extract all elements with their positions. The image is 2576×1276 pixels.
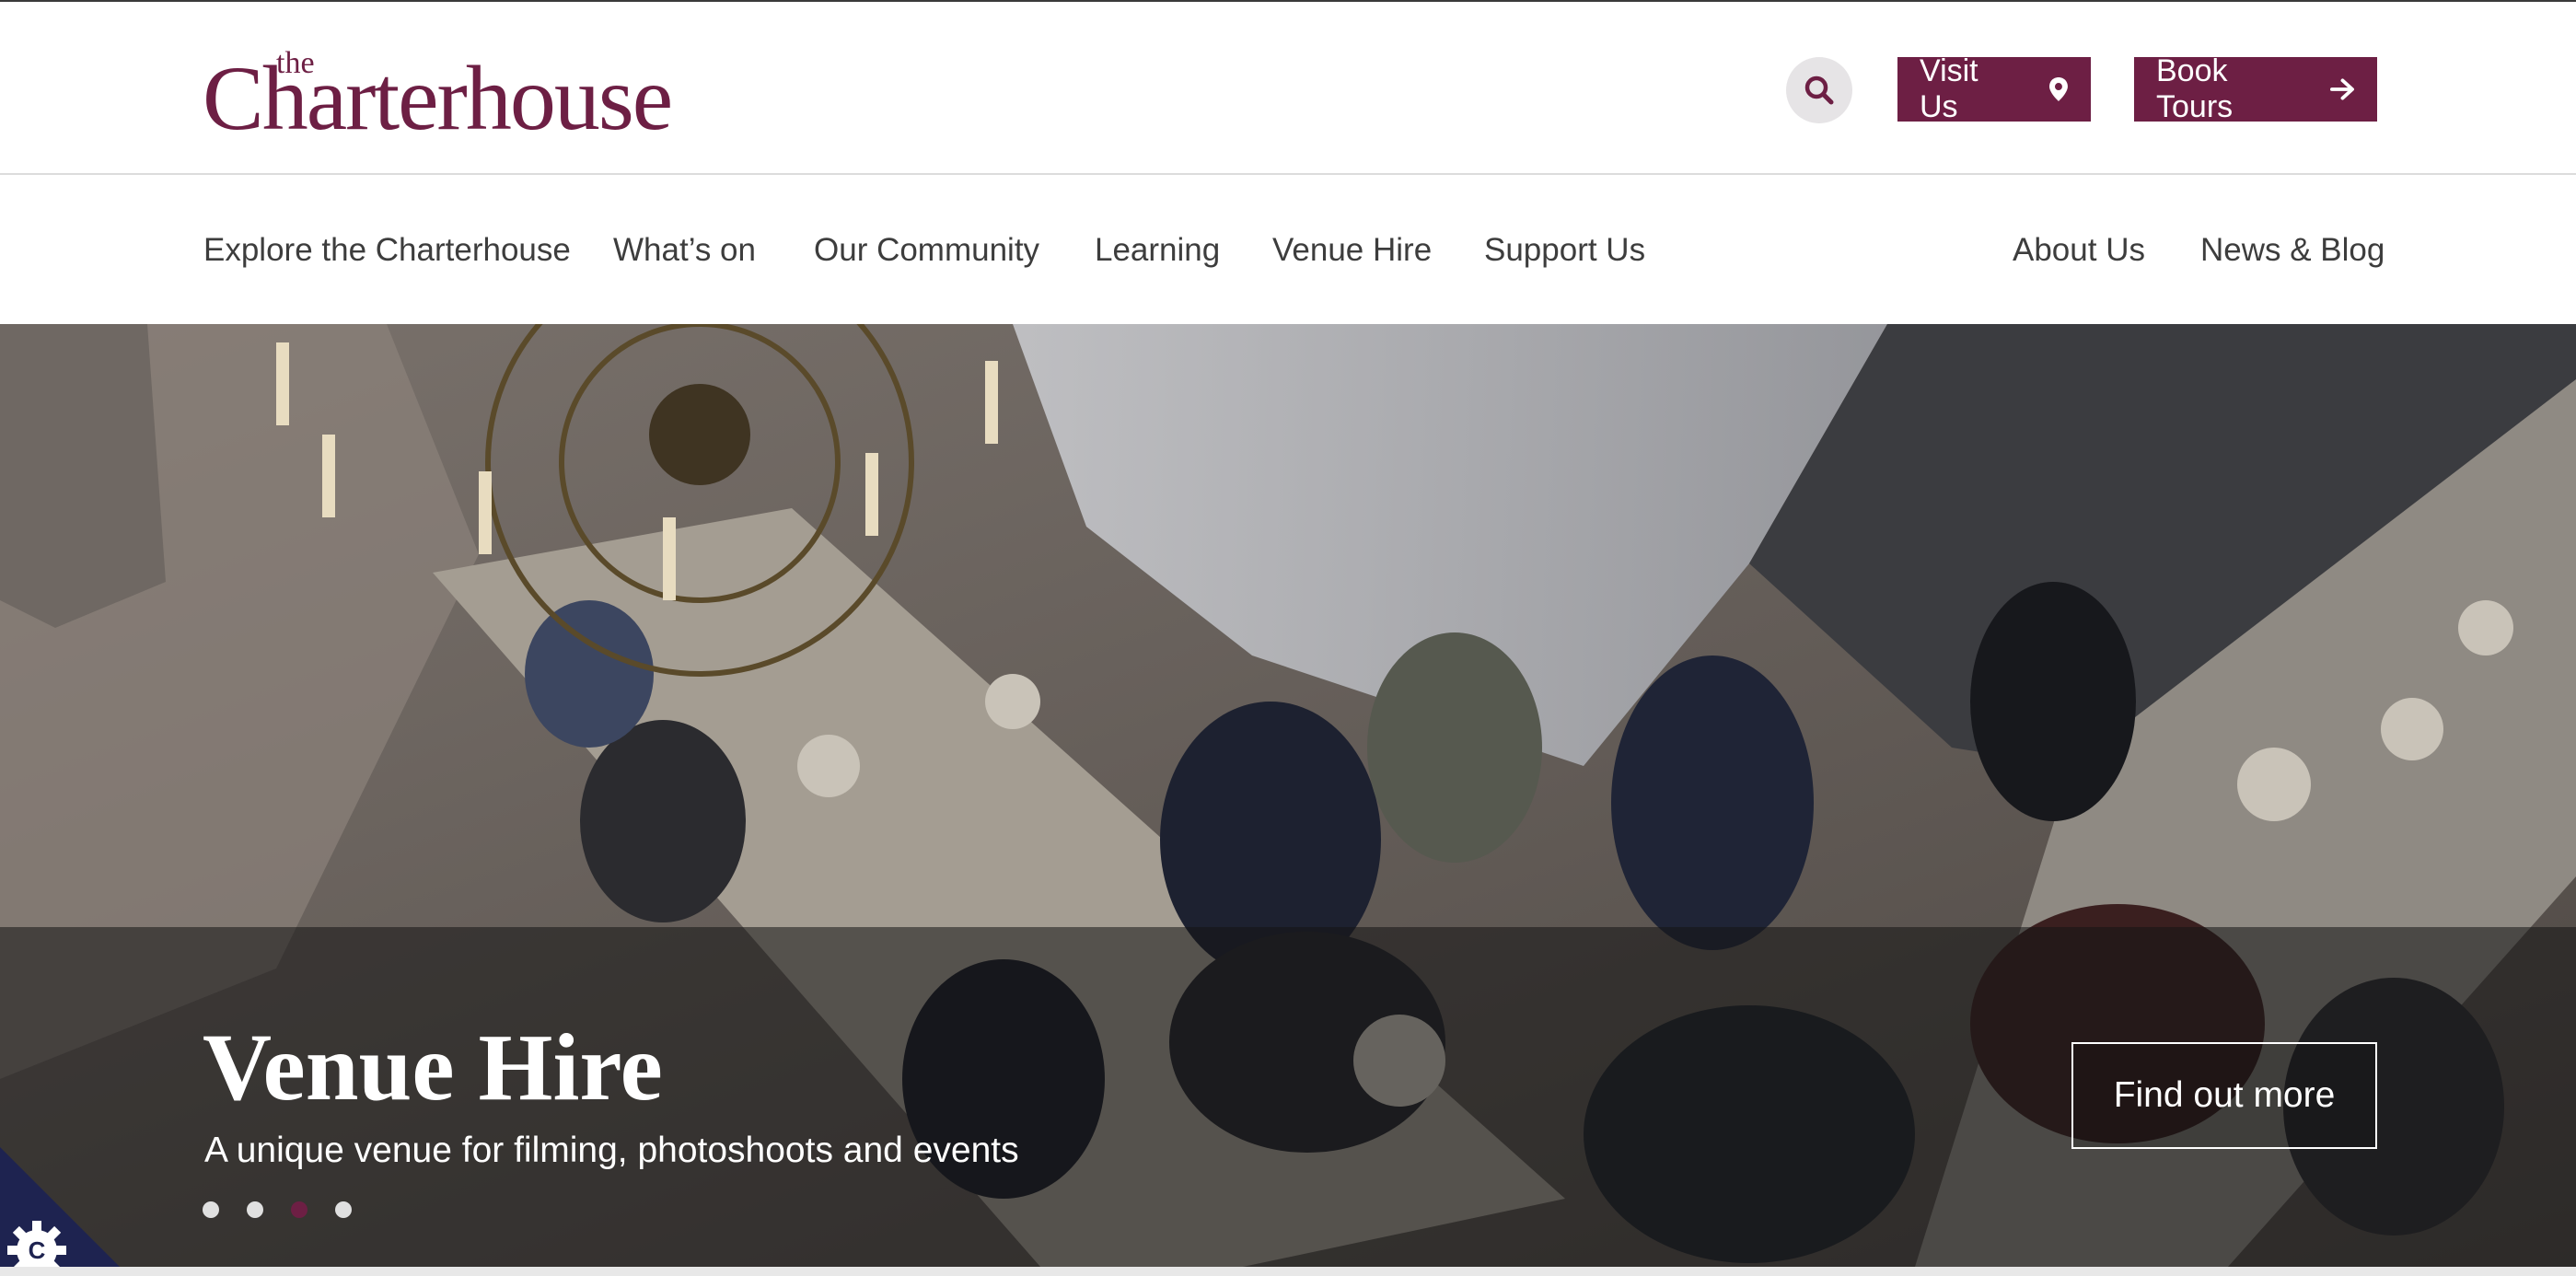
carousel-dot-1[interactable] <box>203 1201 219 1218</box>
book-tours-button[interactable]: Book Tours <box>2134 53 2377 124</box>
book-tours-label: Book Tours <box>2156 53 2234 124</box>
nav-item-whats-on[interactable]: What’s on <box>613 230 756 271</box>
find-out-more-button[interactable]: Find out more <box>2071 1042 2377 1149</box>
search-button[interactable] <box>1786 57 1852 123</box>
page-bottom-strip <box>0 1267 2576 1276</box>
main-navigation: Explore the Charterhouse What’s on Our C… <box>0 177 2576 324</box>
nav-item-support-us[interactable]: Support Us <box>1484 230 1645 271</box>
logo[interactable]: the Charterhouse <box>203 48 673 145</box>
svg-text:C: C <box>29 1236 46 1264</box>
nav-item-explore[interactable]: Explore the Charterhouse <box>203 230 571 271</box>
visit-us-button[interactable]: Visit Us <box>1897 53 2091 124</box>
location-pin-icon <box>2049 77 2069 101</box>
search-icon <box>1804 75 1834 105</box>
hero-subtitle: A unique venue for filming, photoshoots … <box>204 1131 1019 1170</box>
site-header: the Charterhouse Visit Us Book Tours <box>0 2 2576 175</box>
nav-item-our-community[interactable]: Our Community <box>814 230 1039 271</box>
nav-item-learning[interactable]: Learning <box>1095 230 1220 271</box>
logo-main-text: Charterhouse <box>203 47 673 149</box>
nav-item-about-us[interactable]: About Us <box>2013 230 2145 271</box>
carousel-dot-4[interactable] <box>335 1201 352 1218</box>
nav-item-news-blog[interactable]: News & Blog <box>2200 230 2385 271</box>
nav-item-venue-hire[interactable]: Venue Hire <box>1272 230 1432 271</box>
carousel-dots <box>203 1201 352 1218</box>
arrow-right-icon <box>2330 78 2355 100</box>
cookie-settings-button[interactable]: C <box>0 1147 129 1276</box>
carousel-dot-2[interactable] <box>247 1201 263 1218</box>
hero-title: Venue Hire <box>203 1015 663 1120</box>
page: the Charterhouse Visit Us Book Tours Exp… <box>0 0 2576 1276</box>
visit-us-label: Visit Us <box>1920 53 1978 124</box>
carousel-dot-3[interactable] <box>291 1201 307 1218</box>
